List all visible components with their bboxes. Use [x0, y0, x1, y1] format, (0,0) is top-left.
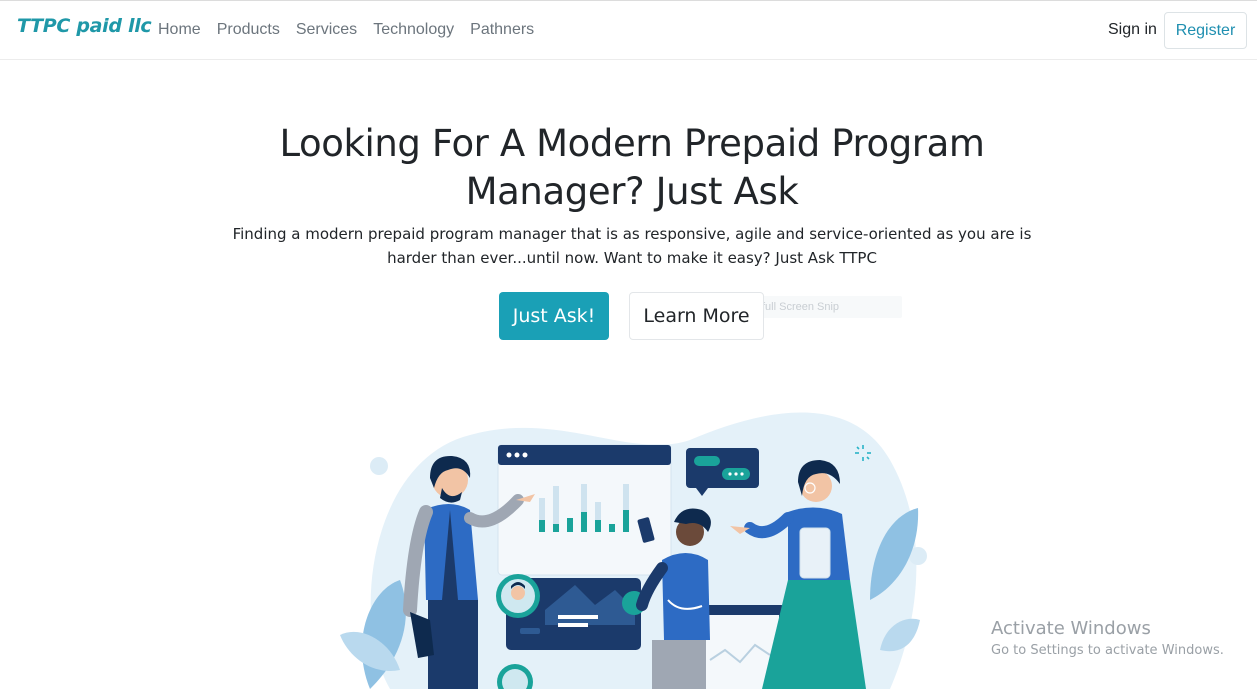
- watermark-line-2: Go to Settings to activate Windows.: [991, 643, 1224, 658]
- navbar: TTPC paid llc Home Products Services Tec…: [0, 0, 1257, 60]
- brand-logo[interactable]: TTPC paid llc: [17, 15, 152, 37]
- hero-illustration: [340, 412, 927, 689]
- activate-windows-watermark: Activate Windows Go to Settings to activ…: [991, 618, 1224, 662]
- register-button[interactable]: Register: [1164, 12, 1247, 49]
- nav-link-partners[interactable]: Pathners: [470, 21, 534, 39]
- hero-subtitle: Finding a modern prepaid program manager…: [232, 225, 1032, 267]
- learn-more-button[interactable]: Learn More: [629, 292, 764, 340]
- nav-link-home[interactable]: Home: [158, 21, 201, 39]
- watermark-line-1: Activate Windows: [991, 618, 1151, 639]
- nav-link-services[interactable]: Services: [296, 21, 357, 39]
- chat-bubble: [686, 448, 759, 488]
- nav-links: Home Products Services Technology Pathne…: [158, 21, 550, 39]
- nav-link-technology[interactable]: Technology: [373, 21, 454, 39]
- nav-link-products[interactable]: Products: [217, 21, 280, 39]
- decor-dot-left: [370, 457, 388, 475]
- sign-in-link[interactable]: Sign in: [1108, 21, 1157, 39]
- hero-title: Looking For A Modern Prepaid Program Man…: [279, 122, 985, 213]
- just-ask-button[interactable]: Just Ask!: [499, 292, 609, 340]
